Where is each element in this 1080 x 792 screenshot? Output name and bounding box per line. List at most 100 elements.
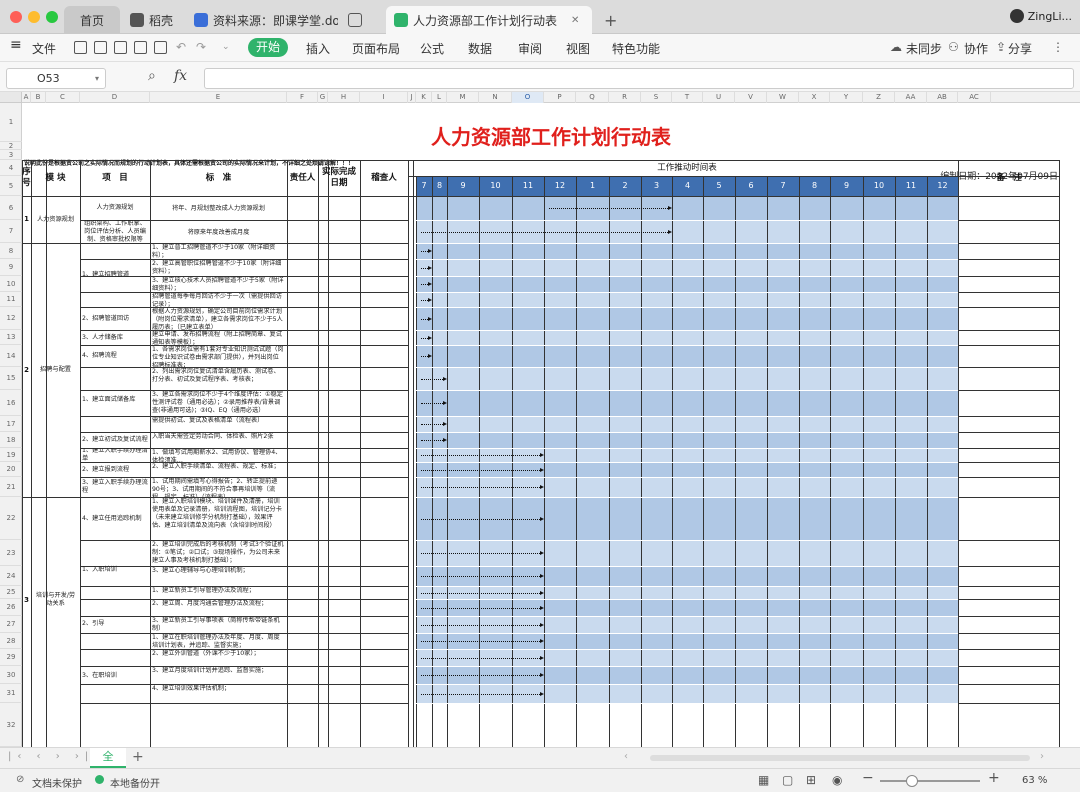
row-header[interactable]: 29 [0,649,22,666]
row-header[interactable]: 16 [0,390,22,416]
zoom-slider[interactable] [880,780,980,782]
timeline-row[interactable] [416,243,958,259]
menu-start[interactable]: 开始 [248,38,288,57]
standard-cell[interactable]: 1、建立新员工引导管理办法及流程； [150,587,287,599]
seq-cell[interactable]: 2 [22,243,31,497]
column-header[interactable]: D [80,92,150,103]
row-header[interactable]: 22 [0,497,22,540]
column-header[interactable]: O [512,92,544,103]
standard-cell[interactable]: 1、各需求岗位需有1套对专业知识测试试题（岗位专业知识试卷由需求部门提供），并列… [150,346,287,367]
timeline-row[interactable] [416,330,958,345]
column-header[interactable]: AB [927,92,958,103]
redo-icon[interactable]: ↷ [196,40,206,54]
row-header[interactable]: 21 [0,477,22,497]
document-protection-status[interactable]: 文档未保护 [32,775,82,790]
row-header[interactable]: 28 [0,633,22,649]
module-cell[interactable]: 招聘与配置 [31,243,80,497]
timeline-row[interactable] [416,259,958,276]
column-header[interactable]: V [735,92,767,103]
timeline-row[interactable] [416,345,958,367]
row-header[interactable]: 10 [0,276,22,292]
row-header[interactable]: 3 [0,150,22,160]
standard-cell[interactable]: 1、建立在职培训管理办法及年度、月度、周度培训计划表，并追踪、监督实施； [150,634,287,649]
row-header[interactable]: 23 [0,540,22,566]
maximize-window-icon[interactable] [46,11,58,23]
tab-screen[interactable] [340,6,380,34]
row-header[interactable]: 2 [0,142,22,150]
zoom-in-button[interactable]: + [988,770,1000,786]
standard-cell[interactable]: 3、建立新员工引导事项表（简称传帮带链条机制） [150,617,287,633]
timeline-row[interactable] [416,196,958,220]
hamburger-menu-icon[interactable]: ≡ [10,37,22,53]
row-header[interactable]: 27 [0,616,22,633]
column-header[interactable]: B [31,92,46,103]
standard-cell[interactable]: 2、建立入职手续清单、流程表、规定、标准； [150,463,287,477]
standard-cell[interactable]: 4、建立培训效果评估机制； [150,685,287,703]
item-cell[interactable]: 3、人才储备库 [80,330,150,345]
column-header[interactable]: K [416,92,432,103]
item-cell[interactable]: 1、建立招聘管道 [80,243,150,307]
menu-file[interactable]: 文件 [32,40,56,57]
zoom-out-button[interactable]: − [862,770,874,786]
standard-cell[interactable]: 根据人力资源规划，确定公司目前岗位需求计划（附岗位需求清单），建立各需求岗位不少… [150,308,287,330]
column-header[interactable]: Q [576,92,609,103]
item-cell[interactable]: 2、招聘管道回访 [80,307,150,330]
row-header[interactable]: 32 [0,703,22,747]
item-cell[interactable]: 1、建立入职手续办理清单 [80,448,150,462]
item-cell[interactable]: 2、引导 [80,599,150,649]
standard-cell[interactable]: 1、建立入职培训模块、培训课件及清册，培训使用表单及记录清册，培训流程图，培训记… [150,498,287,540]
row-header[interactable]: 6 [0,196,22,220]
timeline-row[interactable] [416,432,958,448]
standard-cell[interactable]: 1、做填写试用期薪水2、试用协议、管理协4、体检须准… [150,449,287,462]
new-tab-button[interactable]: + [596,6,616,34]
standard-cell[interactable]: 将年、月规划整改成人力资源规划 [150,197,287,220]
timeline-row[interactable] [416,307,958,330]
function-icon[interactable]: fx [174,68,187,84]
zoom-slider-handle[interactable] [906,775,918,787]
standard-cell[interactable]: 3、建立核心技术人员招聘管道不少于5家（附详细资料）； [150,277,287,292]
menu-formula[interactable]: 公式 [420,40,444,57]
column-header[interactable]: AA [895,92,927,103]
column-header[interactable]: AC [958,92,991,103]
seq-cell[interactable]: 3 [22,497,31,703]
column-header[interactable]: Y [830,92,863,103]
menu-special-features[interactable]: 特色功能 [612,40,660,57]
standard-cell[interactable]: 需提供初试、复试及表格清单（流程表） [150,417,287,432]
row-header[interactable]: 15 [0,367,22,390]
scroll-left-icon[interactable]: ‹ [624,751,628,762]
column-header[interactable]: F [287,92,318,103]
worksheet[interactable]: 人力资源部工作计划行动表 说明此份是根据贵公司之实际情况而规划的行动计划表，具体… [22,103,1080,747]
row-header[interactable]: 20 [0,462,22,477]
user-account[interactable]: ZingLi... [1009,9,1072,23]
row-header[interactable]: 24 [0,566,22,586]
add-sheet-button[interactable]: + [132,749,144,765]
standard-cell[interactable]: 1、试用期间需填写心得报告；2、转正提前递90号；3、试用期间的不符合事再培训等… [150,478,287,497]
row-header[interactable]: 13 [0,330,22,345]
row-header[interactable]: 17 [0,416,22,432]
column-header[interactable]: Z [863,92,895,103]
timeline-row[interactable] [416,367,958,390]
sheet-nav-arrows-icon[interactable]: |‹ ‹ › ›| [8,751,94,762]
row-header[interactable]: 18 [0,432,22,448]
item-cell[interactable]: 4、建立任用追踪机制 [80,497,150,540]
standard-cell[interactable]: 2、列出需求岗位复试清单含履历表、测试卷、打分表、初试及复试程序表、考核表； [150,368,287,390]
standard-cell[interactable]: 3、建立月度培训计划并追踪、监督实施； [150,667,287,684]
row-header[interactable]: 11 [0,292,22,307]
column-header[interactable]: N [479,92,512,103]
column-header[interactable]: U [703,92,735,103]
tab-spreadsheet[interactable]: 人力资源部工作计划行动表 ✕ [386,6,592,34]
item-cell[interactable]: 2、建立报到流程 [80,462,150,477]
module-cell[interactable]: 培训与开发/劳动关系 [31,497,80,703]
open-folder-icon[interactable] [74,41,87,54]
standard-cell[interactable]: 2、建立培训完成后的考核机制（考试3个验证机制：①笔试；②口试；③现场操作，为公… [150,541,287,566]
page-break-view-icon[interactable]: ⊞ [806,773,816,787]
menu-view[interactable]: 视图 [566,40,590,57]
timeline-row[interactable] [416,390,958,416]
row-header[interactable]: 8 [0,243,22,259]
standard-cell[interactable]: 3、建立心理辅导与心理培训机制； [150,567,287,586]
row-header[interactable]: 1 [0,103,22,142]
standard-cell[interactable]: 2、建立外训管道（外课不少于10家）； [150,650,287,666]
menu-data[interactable]: 数据 [468,40,492,57]
row-header[interactable]: 4 [0,160,22,176]
column-header[interactable]: W [767,92,799,103]
